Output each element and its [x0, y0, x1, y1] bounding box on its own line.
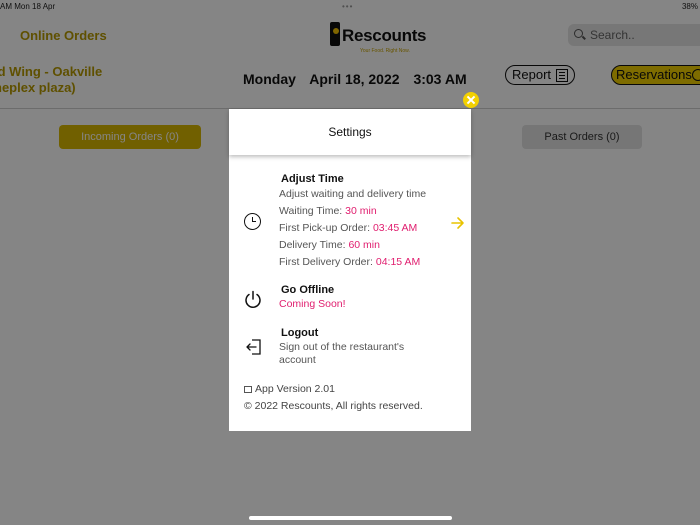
home-indicator[interactable]: [249, 516, 452, 520]
adjust-time-title: Adjust Time: [281, 173, 344, 185]
settings-modal: Settings Adjust Time Adjust waiting and …: [229, 109, 471, 431]
first-delivery-order: First Delivery Order: 04:15 AM: [279, 256, 420, 268]
power-icon: [245, 290, 261, 308]
first-pickup-order: First Pick-up Order: 03:45 AM: [279, 222, 417, 234]
arrow-right-icon[interactable]: [451, 216, 465, 230]
app-icon: [244, 386, 252, 393]
go-offline-status: Coming Soon!: [279, 298, 346, 310]
adjust-time-subtitle: Adjust waiting and delivery time: [279, 188, 427, 200]
app-version: App Version 2.01: [244, 383, 335, 395]
app-version-text: App Version 2.01: [255, 383, 335, 395]
logout-title: Logout: [281, 327, 319, 339]
waiting-time-value: 30 min: [345, 205, 377, 217]
waiting-time: Waiting Time: 30 min: [279, 205, 377, 217]
settings-title: Settings: [328, 125, 372, 139]
logout-desc-line-2: account: [279, 354, 316, 366]
logout-icon: [246, 339, 261, 355]
close-icon[interactable]: [463, 92, 479, 108]
logout-desc-line-1: Sign out of the restaurant's: [279, 341, 405, 353]
first-delivery-label: First Delivery Order:: [279, 256, 373, 268]
delivery-time: Delivery Time: 60 min: [279, 239, 380, 251]
waiting-time-label: Waiting Time:: [279, 205, 343, 217]
clock-icon: [244, 213, 261, 230]
delivery-time-value: 60 min: [348, 239, 380, 251]
go-offline-title: Go Offline: [281, 284, 335, 296]
first-pickup-label: First Pick-up Order:: [279, 222, 371, 234]
settings-header: Settings: [229, 109, 471, 155]
first-pickup-value: 03:45 AM: [372, 222, 418, 234]
delivery-time-label: Delivery Time:: [279, 239, 346, 251]
copyright: © 2022 Rescounts, All rights reserved.: [244, 400, 423, 412]
first-delivery-value: 04:15 AM: [375, 256, 421, 268]
